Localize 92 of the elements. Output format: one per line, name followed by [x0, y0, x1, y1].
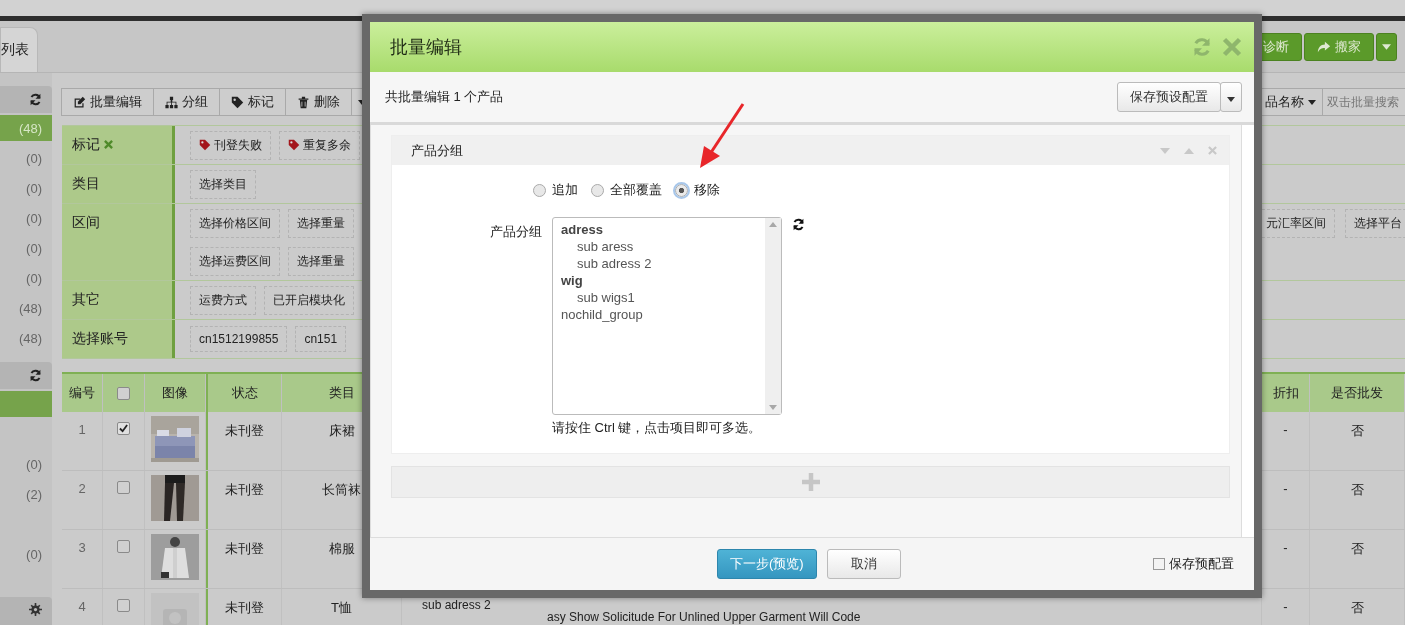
radio-label: 追加: [552, 181, 578, 199]
filter-label: 类目: [72, 175, 100, 193]
plus-icon: [801, 473, 820, 491]
column-header: 图像: [145, 374, 206, 412]
settings-icon[interactable]: [29, 603, 42, 616]
refresh-icon[interactable]: [29, 93, 42, 106]
filter-chip[interactable]: 选择重量: [288, 208, 354, 238]
help-text: 请按住 Ctrl 键，点击项目即可多选。: [552, 419, 763, 437]
filter-chip[interactable]: cn151: [295, 326, 347, 352]
radio-label: 全部覆盖: [610, 181, 662, 199]
filter-chip[interactable]: cn1512199855: [190, 326, 288, 352]
edit-summary: 共批量编辑 1 个产品: [385, 88, 504, 106]
table-cell: 未刊登: [206, 589, 282, 625]
filter-chip[interactable]: 选择类目: [190, 169, 256, 199]
table-cell: 否: [1310, 412, 1405, 470]
close-icon[interactable]: [1222, 37, 1242, 57]
list-option[interactable]: nochild_group: [561, 307, 757, 324]
table-cell: 未刊登: [206, 412, 282, 470]
column-header: 是否批发: [1310, 374, 1405, 412]
table-cell: sub adress 2: [422, 599, 491, 611]
edit-icon: [73, 95, 86, 109]
delete-button[interactable]: 删除: [285, 88, 352, 116]
radio-button[interactable]: [675, 183, 688, 197]
dropdown-button[interactable]: [1376, 32, 1397, 61]
expand-icon[interactable]: [1184, 147, 1194, 154]
row-checkbox[interactable]: [117, 422, 130, 435]
table-cell: 3: [62, 530, 103, 588]
row-checkbox[interactable]: [117, 481, 130, 494]
trash-icon: [297, 95, 310, 109]
scroll-up-icon[interactable]: [769, 222, 777, 227]
field-label: 产品分组: [489, 223, 542, 241]
filter-label: 其它: [72, 291, 100, 309]
tag-icon: [199, 139, 211, 151]
row-checkbox[interactable]: [117, 599, 130, 612]
filter-chip[interactable]: 选择运费区间: [190, 246, 280, 276]
scroll-down-icon[interactable]: [769, 405, 777, 410]
column-header: 状态: [206, 374, 282, 412]
group-listbox[interactable]: adress sub aress sub adress 2 wig sub wigs1 nochild_group: [552, 217, 782, 415]
table-cell: 未刊登: [206, 471, 282, 529]
close-icon[interactable]: [1208, 146, 1217, 155]
radio-button[interactable]: [591, 183, 604, 197]
group-button[interactable]: 分组: [153, 88, 220, 116]
caret-icon: [1308, 99, 1316, 105]
caret-icon: [1382, 43, 1391, 50]
refresh-icon[interactable]: [792, 218, 805, 231]
radio-label: 移除: [694, 181, 720, 199]
list-option[interactable]: sub adress 2: [561, 256, 757, 273]
page-tab[interactable]: 列表: [0, 27, 38, 72]
tag-button[interactable]: 标记: [219, 88, 286, 116]
save-preset-button[interactable]: 保存预设配置: [1117, 82, 1221, 112]
filter-chip[interactable]: 选择价格区间: [190, 208, 280, 238]
checkbox-label: 保存预配置: [1169, 555, 1234, 573]
filter-chip[interactable]: 选择平台: [1345, 208, 1405, 238]
preset-dropdown-button[interactable]: [1220, 82, 1242, 112]
product-title: asy Show Solicitude For Unlined Upper Garment Will Code: [547, 611, 861, 623]
share-arrow-icon: [1317, 39, 1331, 54]
filter-chip[interactable]: 重复多余: [279, 130, 360, 160]
tag-icon: [231, 95, 244, 109]
refresh-icon[interactable]: [29, 369, 42, 382]
dialog-title: 批量编辑: [390, 36, 462, 59]
list-option[interactable]: sub aress: [561, 239, 757, 256]
caret-icon: [1227, 96, 1235, 102]
filter-chip[interactable]: 运费方式: [190, 285, 256, 315]
filter-chip[interactable]: 已开启模块化: [264, 285, 354, 315]
filter-chip[interactable]: 刊登失败: [190, 130, 271, 160]
list-option[interactable]: wig: [561, 273, 757, 290]
table-cell: 否: [1310, 530, 1405, 588]
hierarchy-icon: [165, 95, 178, 109]
edit-button[interactable]: 批量编辑: [61, 88, 154, 116]
list-option[interactable]: sub wigs1: [561, 290, 757, 307]
search-field[interactable]: 双击批量搜索: [1323, 88, 1405, 116]
clear-icon[interactable]: [104, 140, 113, 149]
column-header: 编号: [62, 374, 103, 412]
table-cell: 未刊登: [206, 530, 282, 588]
filter-label: 区间: [72, 214, 100, 232]
filter-label: 选择账号: [72, 330, 128, 348]
list-option[interactable]: adress: [561, 222, 757, 239]
table-cell: 1: [62, 412, 103, 470]
filter-chip[interactable]: 选择重量: [288, 246, 354, 276]
tag-icon: [288, 139, 300, 151]
select-all-checkbox[interactable]: [117, 386, 130, 400]
collapse-icon[interactable]: [1160, 147, 1170, 154]
row-checkbox[interactable]: [117, 540, 130, 553]
save-preset-checkbox[interactable]: [1153, 558, 1165, 570]
table-cell: 否: [1310, 589, 1405, 625]
table-cell: 否: [1310, 471, 1405, 529]
panel-title: 产品分组: [411, 141, 463, 160]
table-cell: 2: [62, 471, 103, 529]
table-cell: 4: [62, 589, 103, 625]
cancel-button[interactable]: 取消: [826, 549, 901, 579]
filter-label: 标记: [72, 136, 100, 154]
radio-button[interactable]: [533, 183, 546, 197]
